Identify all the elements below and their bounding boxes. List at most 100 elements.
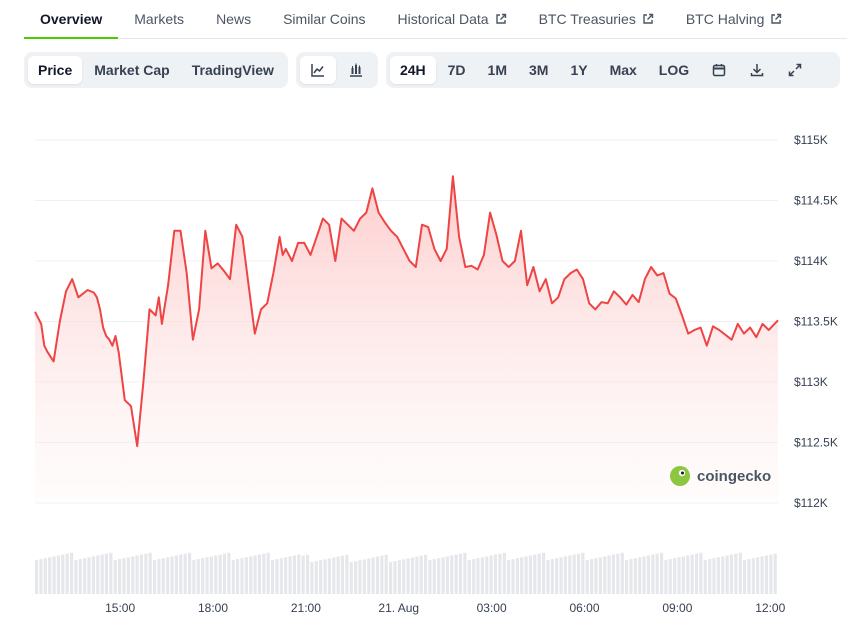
volume-bars — [35, 552, 777, 594]
volume-bar — [306, 554, 310, 594]
volume-bar — [131, 556, 135, 594]
range-7d-button[interactable]: 7D — [438, 56, 476, 84]
volume-bar — [607, 555, 611, 594]
volume-bar — [170, 556, 174, 594]
volume-bar — [638, 557, 642, 594]
volume-bar — [39, 559, 43, 594]
chart-toolbar: Price Market Cap TradingView 24H 7D 1M 3M 1Y Ma… — [24, 52, 840, 88]
volume-bar — [196, 559, 200, 594]
range-1m-button[interactable]: 1M — [478, 56, 517, 84]
volume-bar — [537, 553, 541, 594]
volume-bar — [533, 554, 537, 594]
volume-bar — [201, 558, 205, 594]
volume-bar — [288, 556, 292, 594]
range-1y-button[interactable]: 1Y — [560, 56, 597, 84]
volume-bar — [476, 558, 480, 594]
volume-bar — [354, 561, 358, 594]
volume-bar — [126, 557, 130, 594]
volume-bar — [646, 555, 651, 594]
x-tick-label: 15:00 — [105, 601, 135, 615]
chart-style-group — [295, 52, 378, 88]
tab-label: Similar Coins — [283, 11, 366, 27]
volume-bar — [362, 559, 366, 594]
volume-bar — [314, 561, 318, 594]
candlestick-icon[interactable] — [338, 56, 374, 84]
range-24h-button[interactable]: 24H — [389, 56, 436, 84]
tradingview-button[interactable]: TradingView — [182, 56, 284, 84]
volume-bar — [35, 560, 39, 594]
tab-overview[interactable]: Overview — [24, 0, 119, 39]
tab-label: BTC Halving — [685, 11, 765, 27]
market-cap-button[interactable]: Market Cap — [84, 56, 179, 84]
volume-bar — [708, 559, 712, 594]
volume-bar — [70, 552, 74, 594]
range-3m-button[interactable]: 3M — [519, 56, 558, 84]
volume-bar — [166, 557, 170, 594]
volume-bar — [65, 553, 69, 594]
volume-bar — [542, 552, 546, 594]
download-icon[interactable] — [739, 56, 775, 84]
volume-bar — [493, 554, 498, 594]
range-max-button[interactable]: Max — [600, 56, 647, 84]
volume-bar — [445, 556, 449, 594]
volume-bar — [375, 556, 380, 594]
volume-bar — [594, 558, 598, 594]
volume-bar — [437, 558, 441, 594]
volume-bar — [153, 560, 157, 594]
tab-btc-treasuries[interactable]: BTC Treasuries — [523, 0, 670, 38]
volume-bar — [345, 554, 349, 594]
tab-similar-coins[interactable]: Similar Coins — [267, 0, 381, 38]
x-tick-label: 06:00 — [569, 601, 599, 615]
calendar-icon[interactable] — [701, 56, 737, 84]
y-tick-label: $115K — [794, 133, 828, 147]
tab-news[interactable]: News — [200, 0, 267, 38]
x-axis: 15:00 18:00 21:00 21. Aug 03:00 06:00 09:00 12:… — [105, 601, 785, 615]
volume-bar — [249, 556, 253, 594]
volume-bar — [384, 554, 388, 594]
tab-label: Overview — [40, 11, 103, 27]
volume-bar — [642, 556, 646, 594]
volume-bar — [262, 553, 266, 594]
volume-bar — [410, 557, 415, 594]
x-tick-label: 12:00 — [755, 601, 785, 615]
volume-bar — [340, 555, 345, 594]
volume-bar — [109, 552, 113, 594]
metric-group: Price Market Cap TradingView — [24, 52, 288, 88]
volume-bar — [113, 560, 117, 594]
price-button[interactable]: Price — [28, 56, 83, 84]
volume-bar — [74, 560, 78, 594]
volume-bar — [585, 560, 589, 594]
tab-historical-data[interactable]: Historical Data — [382, 0, 523, 38]
volume-bar — [528, 555, 533, 594]
y-tick-label: $112.5K — [794, 436, 838, 450]
y-axis: $115K $114.5K $114K $113.5K $113K $112.5K $112… — [794, 133, 838, 510]
volume-bar — [563, 556, 567, 594]
volume-bar — [633, 558, 637, 594]
volume-bar — [747, 559, 751, 594]
volume-bar — [703, 560, 707, 594]
volume-bar — [83, 558, 87, 594]
volume-bar — [218, 554, 222, 594]
volume-bar — [454, 554, 458, 594]
volume-bar — [458, 553, 463, 594]
volume-bar — [56, 555, 61, 594]
tab-markets[interactable]: Markets — [118, 0, 200, 38]
volume-bar — [415, 556, 419, 594]
range-log-button[interactable]: LOG — [649, 56, 699, 84]
volume-bar — [502, 552, 506, 594]
volume-bar — [699, 552, 703, 594]
volume-bar — [611, 554, 616, 594]
volume-bar — [686, 555, 690, 594]
line-chart-icon[interactable] — [299, 56, 336, 84]
tab-btc-halving[interactable]: BTC Halving — [670, 0, 799, 38]
volume-bar — [432, 559, 436, 594]
expand-icon[interactable] — [777, 56, 813, 84]
volume-bar — [161, 558, 165, 594]
volume-bar — [188, 552, 192, 594]
x-tick-label: 21:00 — [291, 601, 321, 615]
volume-bar — [214, 555, 218, 594]
volume-bar — [716, 557, 720, 594]
volume-bar — [122, 558, 126, 594]
volume-bar — [118, 559, 122, 594]
volume-bar — [292, 555, 297, 594]
